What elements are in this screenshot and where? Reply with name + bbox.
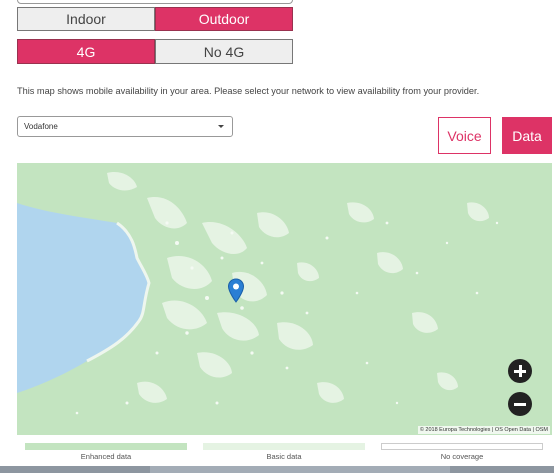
legend-basic-label: Basic data [266,452,302,461]
legend-none-swatch [381,443,543,450]
coverage-map[interactable]: © 2018 Europa Technologies | OS Open Dat… [17,163,552,435]
4g-toggle-button[interactable]: 4G [17,39,155,64]
voice-button[interactable]: Voice [438,117,491,154]
legend-enhanced-swatch [25,443,187,450]
page-footer-strip [0,466,554,473]
indoor-toggle-button[interactable]: Indoor [17,7,155,31]
map-tiles [17,163,552,435]
data-button[interactable]: Data [502,117,552,154]
legend-basic-swatch [203,443,365,450]
zoom-out-button[interactable] [508,392,532,416]
coverage-checker: Indoor Outdoor 4G No 4G This map shows m… [0,0,554,473]
network-select-value: Vodafone [24,122,58,131]
map-pin-icon[interactable] [227,278,245,304]
map-description: This map shows mobile availability in yo… [17,86,480,96]
map-attribution[interactable]: © 2018 Europa Technologies | OS Open Dat… [417,426,550,434]
postcode-input[interactable] [17,0,293,4]
legend-enhanced-label: Enhanced data [80,452,132,461]
network-select[interactable]: Vodafone [17,116,233,137]
legend-none-label: No coverage [440,452,484,461]
zoom-in-button[interactable] [508,359,532,383]
caret-down-icon [218,125,224,128]
no-4g-toggle-button[interactable]: No 4G [155,39,293,64]
outdoor-toggle-button[interactable]: Outdoor [155,7,293,31]
minus-circle-icon [514,402,526,406]
